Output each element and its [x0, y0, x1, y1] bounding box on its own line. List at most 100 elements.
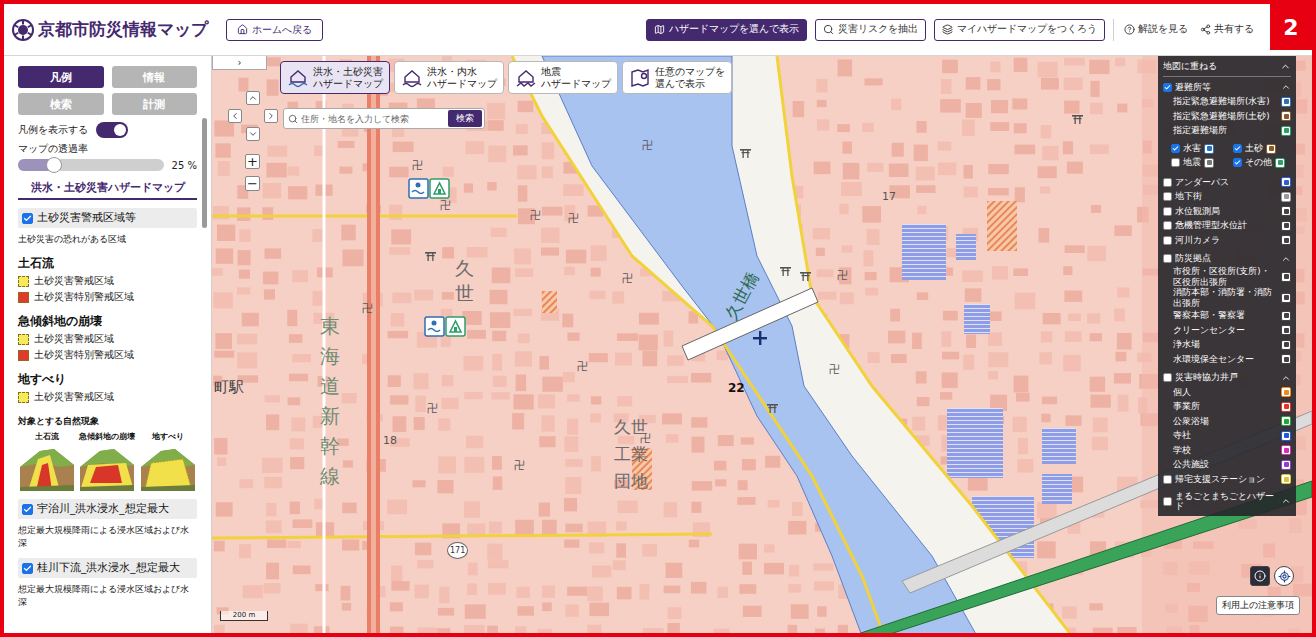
sidebar-tab[interactable]: 情報: [112, 66, 198, 88]
overlay-layer-group[interactable]: 災害時協力井戸: [1163, 371, 1291, 386]
zoom-out-button[interactable]: −: [245, 176, 260, 191]
collapse-icon[interactable]: [1281, 496, 1291, 506]
info-button[interactable]: [1250, 566, 1270, 586]
scale-bar: 200 m: [220, 611, 268, 621]
overlay-legend-item: 指定緊急避難場所(水害): [1163, 95, 1291, 110]
collapse-icon[interactable]: [1281, 82, 1291, 92]
checkbox[interactable]: [1171, 158, 1180, 167]
checkbox[interactable]: [1163, 373, 1172, 382]
layer-description: 想定最大規模降雨による浸水区域および水深: [18, 524, 197, 550]
pan-right-button[interactable]: [264, 109, 278, 123]
sidebar-collapse-tab[interactable]: ›: [212, 56, 267, 70]
checkbox[interactable]: [1163, 192, 1172, 201]
layer-symbol-icon: [1281, 340, 1291, 350]
shelter-filter-option[interactable]: 地震: [1171, 156, 1229, 169]
hazard-zone: [987, 201, 1017, 251]
layer-symbol-icon: [1281, 325, 1291, 335]
temple-mark: 卍: [568, 211, 579, 226]
search-button[interactable]: 検索: [448, 110, 482, 127]
map-canvas[interactable]: [212, 56, 1312, 633]
pan-down-button[interactable]: [246, 127, 260, 141]
scrollbar-thumb[interactable]: [202, 118, 207, 228]
header-link[interactable]: 共有する: [1198, 21, 1256, 38]
shelter-filter-option[interactable]: その他: [1233, 156, 1291, 169]
evacuation-site-icon[interactable]: [424, 316, 466, 337]
collapse-icon[interactable]: [1280, 61, 1291, 72]
hazard-map-type-icon: [515, 67, 537, 89]
legend-layer[interactable]: 宇治川_洪水浸水_想定最大: [18, 499, 197, 519]
overlay-layer-item[interactable]: 地下街: [1163, 190, 1291, 205]
overlay-panel-header[interactable]: 地図に重ねる: [1163, 59, 1291, 77]
checkbox[interactable]: [22, 504, 33, 515]
header-action-button[interactable]: ハザードマップを選んで表示: [646, 19, 807, 41]
legend-toggle[interactable]: 凡例を表示する: [18, 122, 197, 138]
collapse-icon[interactable]: [1281, 373, 1291, 383]
shrine-mark: [767, 403, 778, 413]
checkbox[interactable]: [22, 213, 33, 224]
map-type-tab[interactable]: 洪水・内水ハザードマップ: [394, 61, 504, 94]
phenomenon-illustration: [141, 445, 195, 491]
overlay-layer-group[interactable]: 防災拠点: [1163, 252, 1291, 267]
evacuation-site-icon[interactable]: [408, 178, 450, 199]
collapse-icon[interactable]: [1281, 254, 1291, 264]
overlay-layer-item[interactable]: 帰宅支援ステーション: [1163, 472, 1291, 487]
toggle-switch[interactable]: [96, 122, 128, 138]
evacuation-pin[interactable]: [408, 178, 450, 199]
checkbox[interactable]: [1163, 497, 1172, 506]
overlay-layer-item[interactable]: 水位観測局: [1163, 204, 1291, 219]
sidebar-tab[interactable]: 凡例: [18, 66, 104, 88]
checkbox[interactable]: [1163, 254, 1172, 263]
pan-left-button[interactable]: [228, 109, 242, 123]
checkbox[interactable]: [1163, 221, 1172, 230]
sidebar-tabs: 凡例情報検索計測: [18, 66, 197, 115]
overlay-layer-item[interactable]: アンダーパス: [1163, 175, 1291, 190]
header-action-button[interactable]: マイハザードマップをつくろう: [934, 19, 1105, 41]
overlay-layer-group[interactable]: まるごとまちごとハザード: [1163, 491, 1291, 512]
home-button[interactable]: ホームへ戻る: [226, 19, 323, 41]
evacuation-pin[interactable]: [424, 316, 466, 337]
shrine-mark: [425, 251, 436, 261]
shelter-filter-option[interactable]: 土砂: [1233, 142, 1291, 155]
checkbox[interactable]: [1163, 178, 1172, 187]
map-label: 久世工業団地: [614, 414, 648, 496]
checkbox[interactable]: [22, 563, 33, 574]
sidebar-tab[interactable]: 計測: [112, 93, 198, 115]
zoom-controls: +−: [245, 154, 260, 191]
checkbox[interactable]: [1233, 158, 1242, 167]
legend-layer[interactable]: 桂川下流_洪水浸水_想定最大: [18, 558, 197, 578]
shelter-filter-option[interactable]: 水害: [1171, 142, 1229, 155]
map-type-tab[interactable]: 洪水・土砂災害ハザードマップ: [280, 61, 390, 94]
header-action-button[interactable]: 災害リスクを抽出: [815, 19, 926, 41]
map-label: 町駅: [214, 378, 244, 397]
checkbox[interactable]: [1163, 236, 1172, 245]
locate-button[interactable]: [1274, 566, 1294, 586]
checkbox[interactable]: [1163, 83, 1172, 92]
header-link[interactable]: 解説を見る: [1122, 21, 1190, 38]
map-label: 東海道新幹線: [320, 311, 340, 491]
checkbox[interactable]: [1233, 144, 1242, 153]
pan-up-button[interactable]: [246, 91, 260, 105]
opacity-slider[interactable]: [18, 159, 164, 171]
map-label: 久世: [455, 256, 474, 305]
map-type-tab[interactable]: 任意のマップを選んで表示: [622, 61, 732, 94]
brand[interactable]: 京都市防災情報マップ: [12, 18, 208, 41]
hazard-map-type-icon: [287, 67, 309, 89]
overlay-layer-item[interactable]: 河川カメラ: [1163, 233, 1291, 248]
header: 京都市防災情報マップホームへ戻る ハザードマップを選んで表示災害リスクを抽出マイハ…: [4, 4, 1312, 56]
layer-symbol-icon: [1281, 431, 1291, 441]
slider-thumb[interactable]: [46, 157, 62, 173]
map[interactable]: 卍卍卍卍卍卍卍卍卍卍卍卍卍久世東海道新幹線久世工業団地久世橋町駅17182217…: [212, 56, 1312, 633]
shrine-mark: [780, 266, 791, 276]
checkbox[interactable]: [1163, 207, 1172, 216]
checkbox[interactable]: [1163, 475, 1172, 484]
notice-button[interactable]: 利用上の注意事項: [1216, 596, 1300, 615]
search-input[interactable]: [301, 114, 445, 124]
overlay-layer-group[interactable]: 避難所等: [1163, 80, 1291, 95]
overlay-layer-item[interactable]: 危機管理型水位計: [1163, 219, 1291, 234]
legend-layer[interactable]: 土砂災害警戒区域等: [18, 208, 197, 228]
map-type-tab[interactable]: 地震ハザードマップ: [508, 61, 618, 94]
zoom-in-button[interactable]: +: [245, 154, 260, 169]
sidebar-tab[interactable]: 検索: [18, 93, 104, 115]
checkbox[interactable]: [1171, 144, 1180, 153]
check-icon: [1172, 145, 1179, 152]
